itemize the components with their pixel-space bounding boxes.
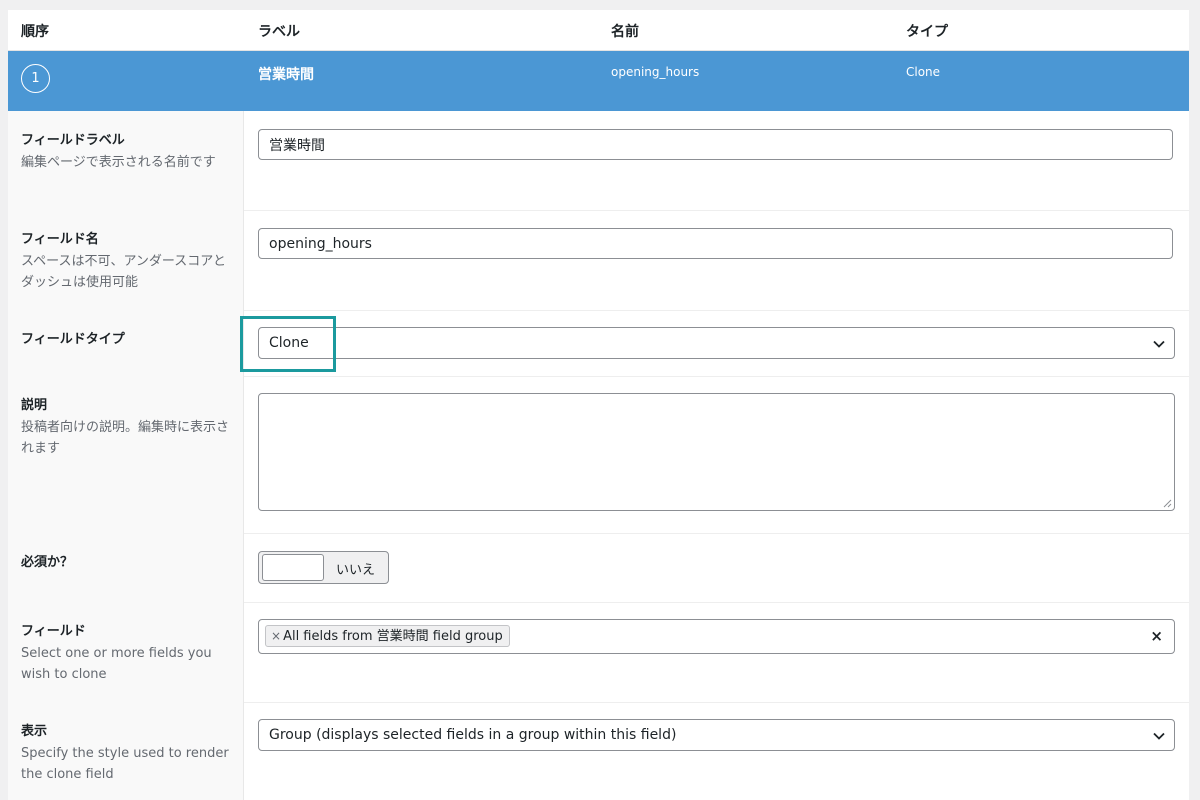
field-header-type: Clone (906, 65, 941, 79)
field-header-name: opening_hours (611, 65, 700, 79)
column-name: 名前 (611, 24, 639, 40)
display-style-value: Group (displays selected fields in a gro… (269, 727, 677, 743)
setting-row-field-type: フィールドタイプ Clone (8, 310, 1189, 377)
setting-label-cell: 必須か？ (8, 533, 244, 602)
setting-description: Select one or more fields you wish to cl… (21, 646, 212, 682)
field-type-select[interactable]: Clone (258, 327, 1175, 359)
chip-remove-icon[interactable]: × (271, 629, 281, 643)
selected-field-chip: × All fields from 営業時間 field group (265, 625, 510, 647)
setting-row-display: 表示 Specify the style used to render the … (8, 702, 1189, 800)
field-name-input[interactable] (258, 228, 1173, 259)
setting-title: フィールドラベル (21, 133, 125, 148)
setting-description: スペースは不可、アンダースコアとダッシュは使用可能 (21, 254, 227, 290)
required-toggle[interactable]: いいえ (258, 551, 389, 584)
field-order-badge: 1 (21, 64, 50, 93)
setting-title: フィールド (21, 624, 86, 639)
setting-description: Specify the style used to render the clo… (21, 746, 229, 782)
toggle-knob[interactable] (262, 554, 324, 581)
setting-label-cell: 表示 Specify the style used to render the … (8, 702, 244, 800)
field-header-label[interactable]: 営業時間 (258, 64, 314, 84)
field-row-header[interactable]: 1 営業時間 opening_hours Clone (8, 51, 1189, 111)
setting-label-cell: 説明 投稿者向けの説明。編集時に表示されます (8, 376, 244, 533)
column-type: タイプ (906, 24, 948, 40)
setting-description: 投稿者向けの説明。編集時に表示されます (21, 420, 230, 456)
clone-fields-select[interactable]: × All fields from 営業時間 field group × (258, 619, 1175, 654)
setting-title: フィールド名 (21, 232, 99, 247)
setting-label-cell: フィールドタイプ (8, 310, 244, 376)
setting-label-cell: フィールド名 スペースは不可、アンダースコアとダッシュは使用可能 (8, 210, 244, 310)
setting-label-cell: フィールドラベル 編集ページで表示される名前です (8, 111, 244, 210)
chevron-down-icon (1153, 732, 1165, 740)
chip-label: All fields from 営業時間 field group (283, 629, 503, 644)
setting-row-required: 必須か？ いいえ (8, 533, 1189, 603)
display-style-select[interactable]: Group (displays selected fields in a gro… (258, 719, 1175, 751)
resize-handle-icon[interactable] (1163, 499, 1172, 508)
column-label: ラベル (258, 24, 300, 40)
setting-title: 必須か？ (21, 555, 74, 570)
field-type-value: Clone (269, 335, 309, 351)
setting-row-field-name: フィールド名 スペースは不可、アンダースコアとダッシュは使用可能 (8, 210, 1189, 311)
column-order: 順序 (21, 24, 49, 40)
setting-title: フィールドタイプ (21, 332, 125, 347)
setting-row-instructions: 説明 投稿者向けの説明。編集時に表示されます (8, 376, 1189, 534)
setting-title: 説明 (21, 398, 48, 413)
toggle-state-label: いいえ (336, 563, 376, 578)
chevron-down-icon (1153, 340, 1165, 348)
setting-row-fields: フィールド Select one or more fields you wish… (8, 602, 1189, 703)
setting-title: 表示 (21, 724, 48, 739)
setting-row-field-label: フィールドラベル 編集ページで表示される名前です (8, 111, 1189, 211)
field-settings-panel: 順序 ラベル 名前 タイプ 1 営業時間 opening_hours Clone… (8, 10, 1189, 800)
instructions-textarea[interactable] (258, 393, 1175, 511)
column-header-row: 順序 ラベル 名前 タイプ (8, 10, 1189, 51)
field-label-input[interactable] (258, 129, 1173, 160)
setting-description: 編集ページで表示される名前です (21, 155, 216, 170)
clear-selection-icon[interactable]: × (1150, 627, 1163, 645)
setting-label-cell: フィールド Select one or more fields you wish… (8, 602, 244, 702)
